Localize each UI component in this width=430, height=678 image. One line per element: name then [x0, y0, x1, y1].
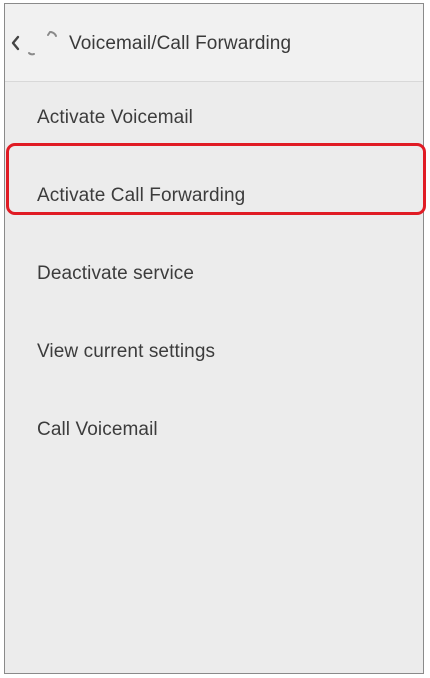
screen: Voicemail/Call Forwarding Activate Voice… — [4, 3, 424, 674]
menu-item-label: Activate Call Forwarding — [37, 185, 246, 206]
page-title: Voicemail/Call Forwarding — [69, 33, 292, 54]
menu-item-activate-voicemail[interactable]: Activate Voicemail — [5, 82, 423, 160]
menu-item-label: Call Voicemail — [37, 419, 158, 440]
phone-handset-icon — [28, 31, 57, 56]
menu-item-view-current-settings[interactable]: View current settings — [5, 316, 423, 394]
menu-item-label: View current settings — [37, 341, 216, 362]
menu-list: Activate Voicemail Activate Call Forward… — [5, 82, 423, 472]
menu-item-activate-call-forwarding[interactable]: Activate Call Forwarding — [5, 160, 423, 238]
menu-item-call-voicemail[interactable]: Call Voicemail — [5, 394, 423, 472]
menu-item-deactivate-service[interactable]: Deactivate service — [5, 238, 423, 316]
back-button[interactable] — [9, 26, 65, 62]
menu-item-label: Activate Voicemail — [37, 107, 193, 128]
menu-item-label: Deactivate service — [37, 263, 195, 284]
action-bar: Voicemail/Call Forwarding — [5, 4, 423, 82]
